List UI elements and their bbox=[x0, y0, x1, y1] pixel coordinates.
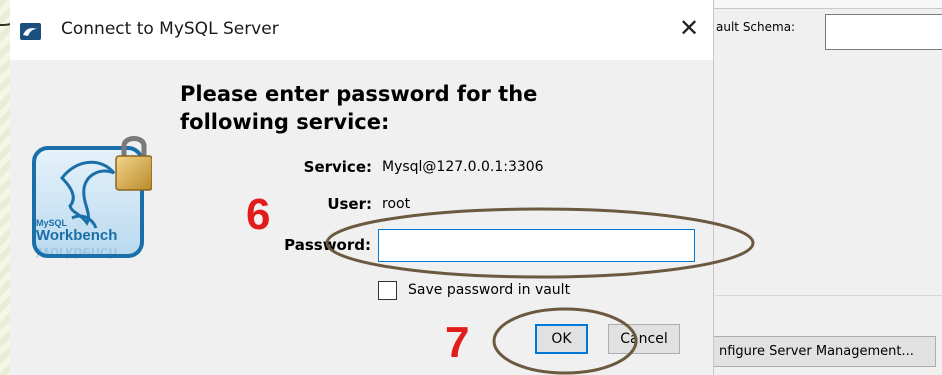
logo-text-reflection: Workbench bbox=[36, 244, 118, 261]
close-icon[interactable]: ✕ bbox=[674, 13, 704, 43]
connect-dialog: Connect to MySQL Server ✕ MySQL Workbenc… bbox=[10, 0, 713, 375]
dialog-titlebar[interactable]: Connect to MySQL Server ✕ bbox=[10, 0, 713, 60]
annotation-step-6: 6 bbox=[246, 190, 271, 239]
user-value: root bbox=[382, 196, 411, 212]
configure-server-management-button[interactable]: nfigure Server Management... bbox=[700, 336, 936, 367]
save-password-label[interactable]: Save password in vault bbox=[408, 282, 570, 298]
mysql-workbench-icon bbox=[20, 23, 41, 40]
dialog-heading: Please enter password for the following … bbox=[180, 80, 620, 136]
dialog-heading-line2: following service: bbox=[180, 110, 390, 134]
default-schema-label: ault Schema: bbox=[716, 20, 796, 34]
ok-button[interactable]: OK bbox=[535, 324, 588, 354]
service-label: Service: bbox=[303, 158, 372, 176]
logo-text-workbench: Workbench bbox=[36, 227, 118, 244]
annotation-step-7: 7 bbox=[445, 318, 470, 367]
dialog-title: Connect to MySQL Server bbox=[61, 19, 279, 39]
dialog-heading-line1: Please enter password for the bbox=[180, 82, 538, 106]
default-schema-input[interactable] bbox=[825, 14, 942, 50]
save-password-checkbox[interactable] bbox=[378, 281, 397, 300]
password-input[interactable] bbox=[378, 229, 695, 262]
logo-text: MySQL Workbench Workbench bbox=[36, 218, 142, 261]
service-value: Mysql@127.0.0.1:3306 bbox=[382, 159, 544, 175]
cancel-button[interactable]: Cancel bbox=[608, 324, 680, 354]
user-label: User: bbox=[327, 195, 372, 213]
background-window-separator bbox=[715, 295, 942, 296]
